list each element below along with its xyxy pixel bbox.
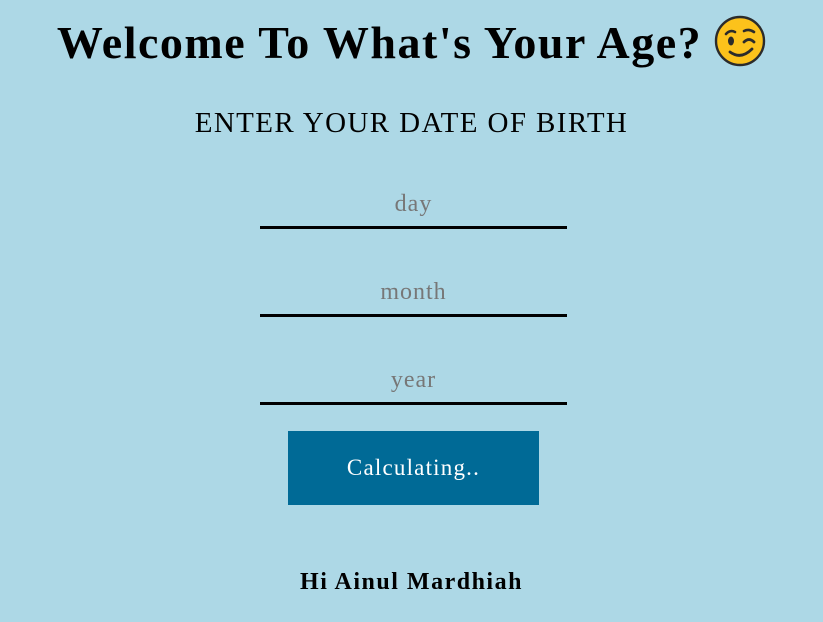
page-title: Welcome To What's Your Age? xyxy=(0,13,823,73)
winking-face-icon xyxy=(714,16,766,67)
year-input[interactable] xyxy=(260,358,567,405)
greeting-text: Hi Ainul Mardhiah xyxy=(300,569,523,595)
month-input[interactable] xyxy=(260,270,567,317)
calculate-button[interactable]: Calculating.. xyxy=(288,431,539,505)
dob-heading: ENTER YOUR DATE OF BIRTH xyxy=(194,107,629,139)
day-input[interactable] xyxy=(260,182,567,229)
page-title-text: Welcome To What's Your Age? xyxy=(56,17,703,68)
